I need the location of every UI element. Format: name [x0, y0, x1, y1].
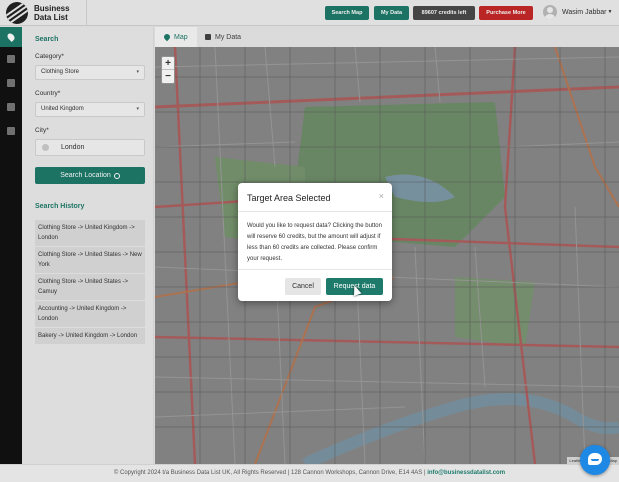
modal-message: Would you like to request data? Clicking… — [247, 223, 382, 262]
modal-header: Target Area Selected × — [238, 183, 392, 212]
close-icon[interactable]: × — [379, 191, 384, 201]
chat-icon[interactable] — [580, 445, 610, 475]
page-footer: © Copyright 2024 t/a Business Data List … — [0, 464, 619, 482]
copyright-text: © Copyright 2024 t/a Business Data List … — [113, 470, 426, 476]
target-area-modal: Target Area Selected × Would you like to… — [238, 183, 392, 301]
modal-footer: Cancel Request data — [238, 269, 392, 301]
contact-email-link[interactable]: info@businessdatalist.com — [427, 470, 505, 476]
cancel-button[interactable]: Cancel — [285, 278, 321, 295]
modal-title: Target Area Selected — [247, 193, 331, 203]
